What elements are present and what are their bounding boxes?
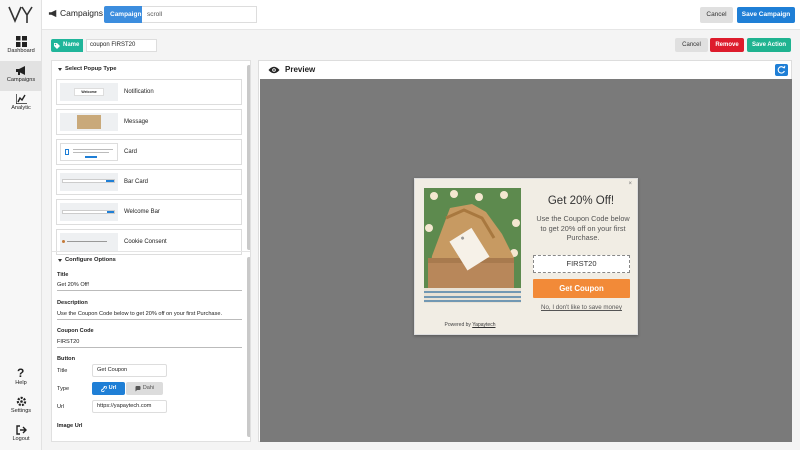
sidebar-item-help[interactable]: ? Help [0,363,42,393]
popup-type-label: Card [124,149,138,155]
refresh-button[interactable] [775,64,788,76]
sidebar-item-campaigns[interactable]: Campaigns [0,61,42,91]
preview-stage: × Get 20% Off! Use the Coupon Code below… [260,79,792,442]
powered-by-brand-link[interactable]: Yapaytech [472,322,495,328]
action-name-input[interactable]: coupon FIRST20 [86,39,157,52]
popup-type-welcome-bar[interactable]: Welcome Bar [56,199,242,225]
popup-type-label: Bar Card [124,179,149,185]
svg-text:?: ? [17,367,24,379]
description-label: Description [57,300,88,306]
popup-type-thumbnail [60,173,118,191]
sidebar-item-settings[interactable]: Settings [0,392,42,422]
cancel-campaign-button[interactable]: Cancel [700,7,733,23]
popup-type-thumbnail [60,233,118,251]
title-label: Title [57,272,69,278]
tag-icon [54,42,60,49]
popup-type-bar-card[interactable]: Bar Card [56,169,242,195]
sidebar-item-label: Logout [12,436,30,442]
sidebar-item-logout[interactable]: Logout [0,421,42,450]
sidebar-item-label: Settings [10,408,32,414]
get-coupon-button[interactable]: Get Coupon [533,279,630,298]
popup-type-scrollbar[interactable] [247,65,250,250]
cancel-action-button[interactable]: Cancel [675,38,708,52]
select-popup-type-heading[interactable]: Select Popup Type [58,66,116,72]
logout-icon [15,425,27,435]
preview-panel: Preview × Get 20% Off! Use the Coupon Co… [258,60,792,442]
coupon-popup: × Get 20% Off! Use the Coupon Code below… [414,178,638,335]
top-bar: Campaigns › Campaign scroll Cancel Save … [42,0,800,30]
type-url-label: Url [108,385,117,391]
preview-title: Preview [285,65,316,74]
campaign-tag: Campaign [104,6,148,23]
sidebar-item-label: Campaigns [6,77,36,83]
save-campaign-button[interactable]: Save Campaign [737,7,795,23]
button-title-input[interactable]: Get Coupon [92,364,167,377]
image-url-label: Image Url [57,423,83,429]
sidebar-item-label: Dashboard [7,48,35,54]
popup-type-label: Message [124,119,149,125]
gift-box-image [424,188,521,303]
popup-title: Get 20% Off! [547,195,615,207]
configure-options-heading[interactable]: Configure Options [58,257,116,263]
sidebar-item-analytic[interactable]: Analytic [0,90,42,120]
decline-link[interactable]: No, I don't like to save money [533,304,630,311]
coupon-code-display[interactable]: FIRST20 [533,255,630,273]
remove-action-button[interactable]: Remove [710,38,744,52]
caret-down-icon [58,67,62,71]
sidebar-item-label: Analytic [11,105,31,111]
description-field[interactable]: Use the Coupon Code below to get 20% off… [57,311,242,320]
divider [52,251,250,252]
popup-type-thumbnail [60,143,118,161]
save-action-button[interactable]: Save Action [747,38,791,52]
section-title: Configure Options [65,257,116,263]
caret-down-icon [58,258,62,262]
sidebar-item-dashboard[interactable]: Dashboard [0,32,42,62]
logo [8,6,33,24]
url-label: Url [57,404,65,410]
powered-by: Powered by Yapaytech [415,322,525,328]
chat-icon [135,385,141,391]
type-url-button[interactable]: Url [92,382,125,395]
eye-icon [268,66,280,73]
title-field[interactable]: Get 20% Off! [57,282,242,291]
popup-type-card[interactable]: Card [56,139,242,165]
button-section-label: Button [57,356,76,362]
link-icon [100,385,107,392]
type-dahi-button[interactable]: Dahi [126,382,163,395]
sidebar: Dashboard Campaigns Analytic ? Help Sett… [0,0,42,450]
name-tag: Name [51,39,84,52]
breadcrumb-campaigns[interactable]: Campaigns [60,8,103,18]
section-title: Select Popup Type [65,66,117,72]
url-input[interactable]: https://yapaytech.com [92,400,167,413]
popup-description: Use the Coupon Code below to get 20% off… [536,214,630,243]
name-tag-label: Name [63,42,80,48]
options-panel: Select Popup Type Welcome Notification M… [51,60,251,442]
sidebar-item-label: Help [15,380,27,386]
popup-type-label: Notification [124,89,154,95]
refresh-icon [777,65,786,74]
megaphone-icon [48,9,57,17]
popup-type-message[interactable]: Message [56,109,242,135]
button-title-label: Title [57,368,68,374]
popup-type-notification[interactable]: Welcome Notification [56,79,242,105]
popup-type-thumbnail: Welcome [60,83,118,101]
gear-icon [16,396,26,407]
megaphone-icon [16,66,25,75]
type-dahi-label: Dahi [142,385,155,391]
coupon-code-label: Coupon Code [57,328,94,334]
button-type-label: Type [57,386,70,392]
dashboard-icon [15,36,27,47]
campaign-name-input[interactable]: scroll [142,6,257,23]
close-icon[interactable]: × [628,181,632,187]
popup-type-thumbnail [60,113,118,131]
config-scrollbar[interactable] [247,257,250,437]
popup-type-thumbnail [60,203,118,221]
question-icon: ? [17,367,24,379]
powered-by-prefix: Powered by [444,322,471,328]
chart-icon [15,94,27,104]
popup-type-label: Welcome Bar [124,209,160,215]
coupon-code-field[interactable]: FIRST20 [57,339,242,348]
popup-type-label: Cookie Consent [124,239,167,245]
preview-header: Preview [259,61,791,78]
